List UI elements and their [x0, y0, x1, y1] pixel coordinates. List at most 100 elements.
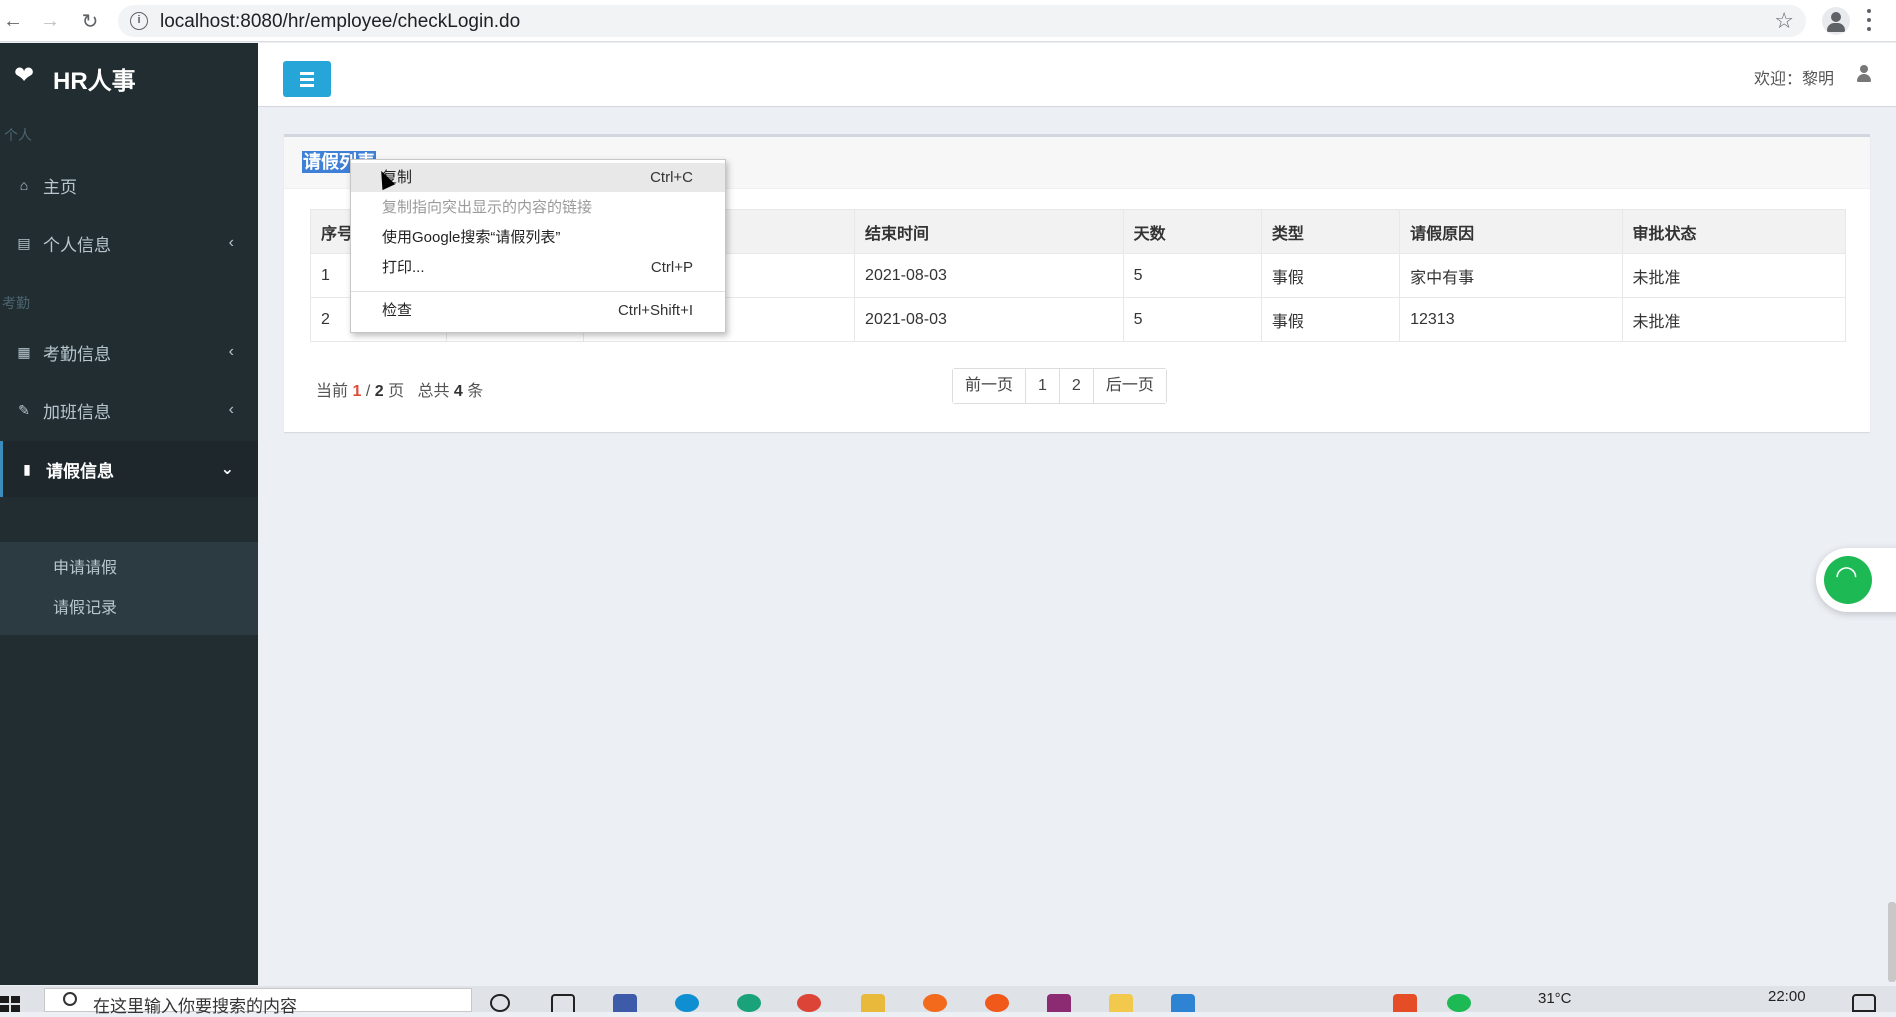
next-page-button[interactable]: 后一页 — [1093, 369, 1166, 403]
app-icon[interactable] — [923, 994, 947, 1012]
menu-item-label: 打印... — [382, 259, 425, 276]
reload-icon[interactable]: ↻ — [77, 8, 103, 34]
arrow-right-icon[interactable]: → — [37, 8, 63, 34]
pagination-info: 当前 1 / 2 页 总共 4 条 — [316, 377, 483, 401]
table-cell: 12313 — [1399, 297, 1623, 342]
context-menu-google-search[interactable]: 使用Google搜索“请假列表” — [351, 223, 725, 252]
pager-slash: / — [365, 383, 371, 400]
wifi-icon — [1824, 556, 1872, 604]
photos-icon[interactable] — [1171, 994, 1195, 1012]
context-menu-copy-link[interactable]: 复制指向突出显示的内容的链接 — [351, 193, 725, 222]
edge-icon[interactable] — [675, 994, 699, 1012]
section-header-personal: 个人 — [4, 127, 32, 143]
sidebar-item-label: 加班信息 — [43, 402, 111, 422]
clock-time[interactable]: 22:00 — [1768, 988, 1806, 1005]
taskbar: 在这里输入你要搜索的内容 31°C 22:00 — [0, 986, 1896, 1016]
chrome-icon[interactable] — [797, 994, 821, 1012]
leave-submenu: 申请请假 请假记录 — [0, 542, 258, 635]
table-cell: 5 — [1122, 297, 1262, 342]
profile-avatar-icon[interactable] — [1822, 7, 1850, 35]
column-header: 审批状态 — [1621, 209, 1847, 254]
sidebar-item-label: 请假信息 — [46, 461, 114, 481]
table-cell: 2021-08-03 — [854, 253, 1124, 298]
app-logo[interactable]: ❤ HR人事 — [0, 43, 258, 109]
sidebar-toggle-button[interactable] — [283, 61, 331, 97]
menu-item-shortcut: Ctrl+C — [650, 169, 693, 186]
column-header: 结束时间 — [854, 209, 1124, 254]
folder-icon[interactable] — [861, 994, 885, 1012]
sidebar-item-overtime[interactable]: ✎ 加班信息 ‹ — [0, 382, 258, 438]
notification-icon[interactable] — [1852, 994, 1876, 1012]
sidebar-item-home[interactable]: ⌂ 主页 — [0, 157, 258, 213]
table-cell: 2021-08-03 — [854, 297, 1124, 342]
user-icon[interactable] — [1856, 65, 1872, 83]
site-info-icon[interactable]: i — [130, 12, 148, 30]
browser-menu-icon[interactable] — [1866, 9, 1872, 31]
sidebar-item-personal-info[interactable]: ▤ 个人信息 ‹ — [0, 215, 258, 271]
browser-toolbar: ← → ↻ i localhost:8080/hr/employee/check… — [0, 0, 1896, 42]
app-icon[interactable] — [985, 994, 1009, 1012]
home-icon: ⌂ — [19, 177, 29, 193]
sidebar-item-leave[interactable]: ▮ 请假信息 ⌄ — [0, 441, 258, 497]
task-view-icon[interactable] — [551, 994, 575, 1012]
windows-start-icon[interactable] — [0, 996, 22, 1012]
chevron-left-icon: ‹ — [228, 343, 234, 360]
table-cell: 未批准 — [1621, 297, 1847, 342]
address-bar[interactable]: i localhost:8080/hr/employee/checkLogin.… — [118, 5, 1806, 37]
menu-separator — [351, 291, 725, 292]
pager-prefix: 当前 — [316, 383, 349, 400]
context-menu-copy[interactable]: 复制 Ctrl+C — [351, 163, 725, 192]
bookmark-star-icon[interactable]: ☆ — [1774, 8, 1794, 34]
page-2-button[interactable]: 2 — [1059, 369, 1094, 403]
column-header: 请假原因 — [1399, 209, 1623, 254]
table-cell: 家中有事 — [1399, 253, 1623, 298]
arrow-left-icon[interactable]: ← — [0, 8, 26, 34]
current-page: 1 — [352, 383, 362, 400]
sidebar-item-label: 考勤信息 — [43, 344, 111, 364]
column-header: 类型 — [1260, 209, 1401, 254]
app-icon[interactable] — [613, 994, 637, 1012]
menu-item-label: 检查 — [382, 302, 413, 319]
chevron-down-icon: ⌄ — [220, 461, 234, 478]
sidebar-item-label: 主页 — [43, 177, 77, 197]
prev-page-button[interactable]: 前一页 — [953, 369, 1027, 403]
page-1-button[interactable]: 1 — [1026, 369, 1060, 403]
heartbeat-icon: ❤ — [14, 62, 35, 89]
total-pages: 2 — [374, 383, 384, 400]
search-icon — [63, 992, 77, 1006]
submenu-item-leave-records[interactable]: 请假记录 — [53, 594, 117, 618]
temperature-text: 31°C — [1538, 990, 1572, 1007]
url-text[interactable]: localhost:8080/hr/employee/checkLogin.do — [160, 11, 520, 33]
pager-total-prefix: 总共 — [417, 383, 450, 400]
main-header: 欢迎：黎明 — [258, 43, 1896, 107]
table-cell: 事假 — [1260, 297, 1401, 342]
floating-network-widget[interactable] — [1816, 548, 1896, 612]
context-menu: 复制 Ctrl+C 复制指向突出显示的内容的链接 使用Google搜索“请假列表… — [350, 159, 726, 333]
chevron-left-icon: ‹ — [228, 234, 234, 251]
sidebar-item-attendance[interactable]: ▦ 考勤信息 ‹ — [0, 324, 258, 380]
pagination: 前一页 1 2 后一页 — [952, 368, 1167, 404]
context-menu-print[interactable]: 打印... Ctrl+P — [351, 253, 725, 282]
calendar-icon: ▦ — [17, 343, 31, 360]
table-cell: 未批准 — [1621, 253, 1847, 298]
sidebar: ❤ HR人事 个人 ⌂ 主页 ▤ 个人信息 ‹ 考勤 ▦ 考勤信息 ‹ ✎ 加班… — [0, 43, 258, 985]
menu-item-shortcut: Ctrl+P — [650, 259, 693, 276]
welcome-text: 欢迎：黎明 — [1753, 71, 1834, 88]
cortana-icon[interactable] — [490, 994, 510, 1012]
context-menu-inspect[interactable]: 检查 Ctrl+Shift+I — [351, 296, 725, 325]
table-cell: 事假 — [1260, 253, 1401, 298]
menu-item-label: 复制指向突出显示的内容的链接 — [382, 199, 593, 216]
menu-item-label: 使用Google搜索“请假列表” — [382, 229, 561, 246]
submenu-item-apply-leave[interactable]: 申请请假 — [53, 554, 117, 578]
wifi-tray-icon[interactable] — [1447, 994, 1471, 1012]
taskbar-search-input[interactable]: 在这里输入你要搜索的内容 — [44, 988, 472, 1016]
html5-icon[interactable] — [1393, 994, 1417, 1012]
app-icon[interactable] — [1109, 994, 1133, 1012]
taskbar-search-placeholder: 在这里输入你要搜索的内容 — [93, 997, 297, 1016]
pager-count-word: 条 — [467, 383, 484, 400]
sidebar-item-label: 个人信息 — [43, 235, 111, 255]
id-card-icon: ▤ — [17, 234, 31, 251]
browser-icon[interactable] — [737, 994, 761, 1012]
scrollbar[interactable] — [1888, 902, 1896, 982]
intellij-icon[interactable] — [1047, 994, 1071, 1012]
